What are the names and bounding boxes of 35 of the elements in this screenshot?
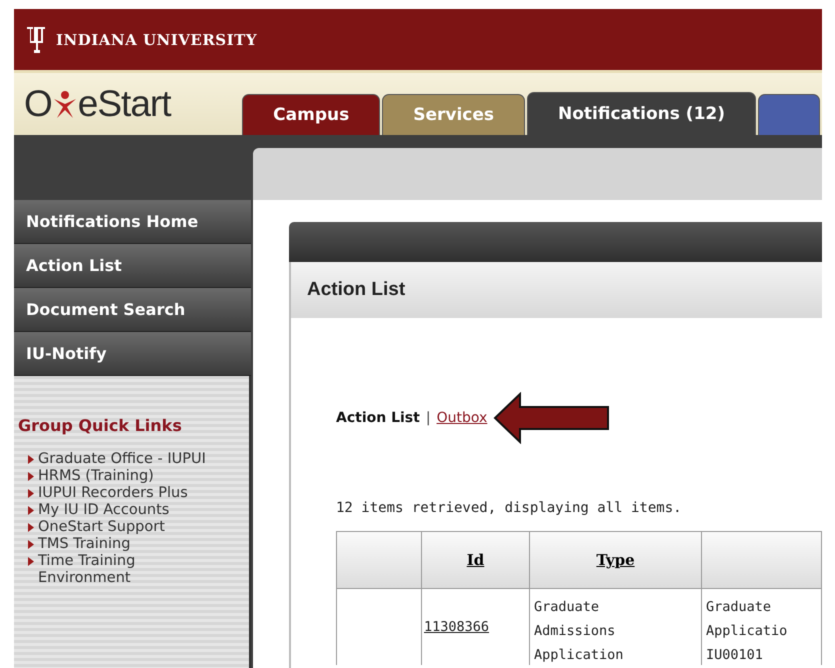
outbox-link[interactable]: Outbox xyxy=(436,410,488,426)
quick-link[interactable]: My IU ID Accounts xyxy=(38,502,170,519)
quick-link[interactable]: TMS Training xyxy=(38,536,130,553)
panel-title: Action List xyxy=(291,262,822,318)
column-header[interactable]: Id xyxy=(422,532,530,589)
bullet-icon xyxy=(28,506,34,515)
onestart-logo[interactable]: O eStart xyxy=(14,73,242,135)
sidebar-item[interactable]: Notifications Home xyxy=(14,200,251,244)
quick-links-title: Group Quick Links xyxy=(17,416,183,435)
nav-tab[interactable]: Notifications (12) xyxy=(527,92,756,135)
quick-link[interactable]: Graduate Office - IUPUI xyxy=(38,451,206,468)
university-name: INDIANA UNIVERSITY xyxy=(56,30,258,48)
sidebar-item[interactable]: Action List xyxy=(14,244,251,288)
nav-tab[interactable] xyxy=(758,94,820,135)
table-cell: Graduate Admissions Application xyxy=(530,589,702,665)
trident-icon xyxy=(26,24,48,54)
quick-link[interactable]: IUPUI Recorders Plus xyxy=(38,485,188,502)
bullet-icon xyxy=(28,489,34,498)
column-header[interactable]: Type xyxy=(530,532,702,589)
quick-link[interactable]: OneStart Support xyxy=(38,519,165,536)
separator: | xyxy=(426,410,431,426)
quick-link[interactable]: HRMS (Training) xyxy=(38,468,154,485)
id-link[interactable]: 11308366 xyxy=(424,615,490,639)
current-view-label: Action List xyxy=(336,410,420,426)
bullet-icon xyxy=(28,557,34,566)
sidebar-item[interactable]: IU-Notify xyxy=(14,332,251,376)
nav-tab[interactable]: Campus xyxy=(242,94,380,135)
bullet-icon xyxy=(28,523,34,532)
sidebar-item[interactable]: Document Search xyxy=(14,288,251,332)
quick-link[interactable]: Time Training Environment xyxy=(38,553,136,587)
bullet-icon xyxy=(28,472,34,481)
bullet-icon xyxy=(28,540,34,549)
results-summary: 12 items retrieved, displaying all items. xyxy=(336,500,683,516)
table-cell: Graduate Applicatio IU00101 xyxy=(702,589,822,665)
bullet-icon xyxy=(28,455,34,464)
